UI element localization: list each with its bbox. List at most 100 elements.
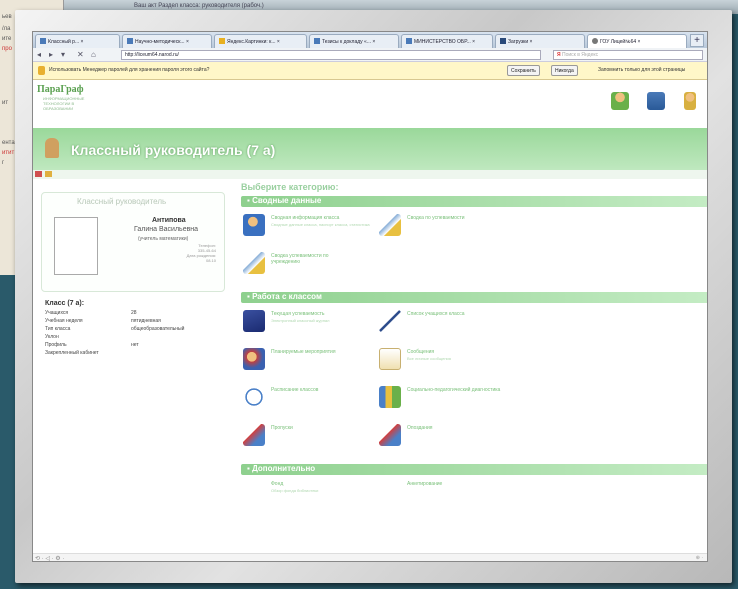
bg-line: г xyxy=(2,160,5,166)
tab-yandex-images[interactable]: Яндекс.Картинки: к... × xyxy=(214,34,307,48)
section-summary: ▪ Сводные данные xyxy=(241,196,707,207)
category-title: Сводка по успеваемости xyxy=(407,215,465,221)
class-info-row: Учащихся 28 xyxy=(45,310,235,318)
class-info-row: Профиль нет xyxy=(45,342,235,350)
category-title: Анкетирование xyxy=(407,481,443,487)
search-input[interactable]: Я Поиск в Яндекс xyxy=(553,50,703,60)
save-password-button[interactable]: Сохранить xyxy=(507,65,540,76)
row-key: Тип класса xyxy=(45,326,71,332)
category-latecomings[interactable]: Опоздания xyxy=(379,424,529,452)
teacher-name: Галина Васильевна xyxy=(134,226,199,233)
never-button[interactable]: Никогда xyxy=(551,65,578,76)
download-icon xyxy=(500,38,506,44)
infobar-message: Использовать Менеджер паролей для хранен… xyxy=(49,67,210,73)
teacher-contacts: Телефон: 335-45-64 Дата рождения: 08.10 xyxy=(187,243,216,263)
tab-bar: Классный р... × Научно-методическ... × Я… xyxy=(33,32,707,48)
category-messages[interactable]: Сообщения Все личные сообщения xyxy=(379,348,529,376)
absence-icon xyxy=(243,424,265,446)
history-dropdown[interactable]: ▾ xyxy=(61,50,65,60)
tab-lyceum[interactable]: ГОУ Лицей№64 × xyxy=(587,34,687,48)
teacher-icon xyxy=(45,138,59,158)
tab-methodology[interactable]: Научно-методическ... × xyxy=(122,34,212,48)
category-planned-events[interactable]: Планируемые мероприятия xyxy=(243,348,393,376)
category-student-list[interactable]: Список учащихся класса xyxy=(379,310,529,338)
teacher-profile-card: Классный руководитель Антипова Галина Ва… xyxy=(41,192,225,292)
teacher-surname: Антипова xyxy=(152,217,186,224)
address-bar[interactable]: http://liceum64.narod.ru/ xyxy=(121,50,541,60)
category-subtitle: Электронный классный журнал xyxy=(271,318,330,323)
category-title: Планируемые мероприятия xyxy=(271,349,336,355)
flag-icon[interactable] xyxy=(35,171,42,177)
section-title-text: Работа с классом xyxy=(252,292,322,301)
profile-header: Классный руководитель xyxy=(77,197,167,206)
page-icon xyxy=(314,38,320,44)
category-title: Пропуски xyxy=(271,425,293,431)
tab-label: Яндекс.Картинки: к... × xyxy=(227,39,280,45)
category-diagnostics[interactable]: Социально-педагогический диагностика xyxy=(379,386,529,414)
category-fund[interactable]: Фонд Обзор фонда библиотеки xyxy=(243,480,393,508)
people-icon xyxy=(243,214,265,236)
clock-icon xyxy=(243,386,265,408)
bg-line: про xyxy=(2,46,12,52)
envelope-icon xyxy=(379,348,401,370)
category-survey[interactable]: Анкетирование xyxy=(379,480,529,508)
navigation-bar: ◂ ▸ ▾ ✕ ⌂ http://liceum64.narod.ru/ Я По… xyxy=(33,48,707,62)
home-button[interactable]: ⌂ xyxy=(91,50,96,60)
new-tab-button[interactable]: + xyxy=(690,34,704,47)
category-title: Опоздания xyxy=(407,425,433,431)
user-icon[interactable] xyxy=(611,92,629,110)
status-icons[interactable]: ⟲ · ◁ · ⚙ · xyxy=(35,555,64,561)
globe-icon xyxy=(592,38,598,44)
tab-label: Загрузки × xyxy=(508,39,533,45)
section-title: ▪ Работа с классом xyxy=(247,292,322,301)
search-placeholder: Поиск в Яндекс xyxy=(561,52,599,58)
teacher-icon[interactable] xyxy=(683,92,696,110)
category-class-info[interactable]: Сводная информация класса Сводные данные… xyxy=(243,214,393,242)
journal-icon xyxy=(243,310,265,332)
tab-ministry[interactable]: МИНИСТЕРСТВО ОБР... × xyxy=(401,34,493,48)
tab-classroom[interactable]: Классный р... × xyxy=(35,34,120,48)
row-value: нет xyxy=(131,342,139,348)
tab-downloads[interactable]: Загрузки × xyxy=(495,34,585,48)
user-menu-icon[interactable] xyxy=(45,171,52,177)
tab-label: Тезисы к докладу «... × xyxy=(322,39,376,45)
tab-theses[interactable]: Тезисы к докладу «... × xyxy=(309,34,399,48)
books-icon[interactable] xyxy=(647,92,666,110)
category-title: Текущая успеваемость xyxy=(271,311,325,317)
section-title: ▪ Сводные данные xyxy=(247,196,322,205)
remember-text[interactable]: Запомнить только для этой страницы xyxy=(598,67,685,73)
row-key: Закрепленный кабинет xyxy=(45,350,99,356)
teacher-role: (учитель математики) xyxy=(138,236,189,242)
category-schedule[interactable]: Расписание классов xyxy=(243,386,393,414)
site-logo[interactable]: ПараГраф xyxy=(37,84,84,95)
late-icon xyxy=(379,424,401,446)
category-institution-progress[interactable]: Сводка успеваемости по учреждению xyxy=(243,252,393,280)
category-title: Фонд xyxy=(271,481,284,487)
forward-button[interactable]: ▸ xyxy=(49,50,53,60)
bg-line: ите xyxy=(2,36,12,42)
row-value: пятидневная xyxy=(131,318,161,324)
report-pen-icon xyxy=(243,252,265,274)
report-pen-icon xyxy=(379,214,401,236)
yandex-icon xyxy=(219,38,225,44)
back-button[interactable]: ◂ xyxy=(37,50,41,60)
birth-value: 08.10 xyxy=(205,258,216,263)
section-title-text: Дополнительно xyxy=(252,464,316,473)
category-absences[interactable]: Пропуски xyxy=(243,424,393,452)
group-icon xyxy=(243,348,265,370)
category-progress-summary[interactable]: Сводка по успеваемости xyxy=(379,214,529,242)
page-icon xyxy=(127,38,133,44)
page-icon xyxy=(40,38,46,44)
zoom-indicator[interactable]: ⊕ · xyxy=(696,555,703,561)
tab-label: МИНИСТЕРСТВО ОБР... × xyxy=(414,39,476,45)
category-current-progress[interactable]: Текущая успеваемость Электронный классны… xyxy=(243,310,393,338)
chart-icon xyxy=(379,386,401,408)
sub-toolbar xyxy=(33,170,707,179)
section-class-work: ▪ Работа с классом xyxy=(241,292,707,303)
class-info-title: Класс (7 а): xyxy=(45,300,85,307)
stop-button[interactable]: ✕ xyxy=(77,50,84,60)
choose-category-heading: Выберите категорию: xyxy=(241,182,339,192)
key-icon xyxy=(38,66,45,75)
category-title: Расписание классов xyxy=(271,387,319,393)
category-subtitle: Все личные сообщения xyxy=(407,356,451,361)
